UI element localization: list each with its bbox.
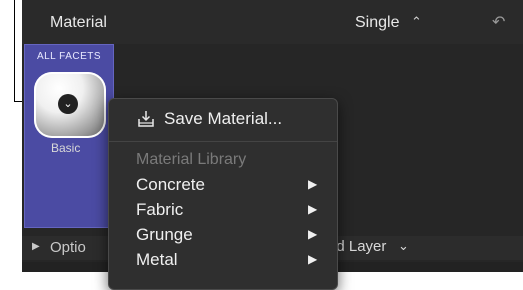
facet-card[interactable]: ALL FACETS ⌄ Basic <box>24 44 114 228</box>
material-inspector-panel: Material Single ⌃ ↶ ALL FACETS ⌄ Basic ▶… <box>22 0 523 290</box>
menu-item-fabric[interactable]: Fabric ▶ <box>109 198 337 222</box>
submenu-arrow-icon: ▶ <box>308 227 318 241</box>
save-tray-icon <box>138 111 154 127</box>
save-material-label: Save Material... <box>164 109 283 128</box>
save-material-menu-item[interactable]: Save Material... <box>109 105 337 137</box>
menu-item-grunge[interactable]: Grunge ▶ <box>109 223 337 247</box>
submenu-arrow-icon: ▶ <box>308 252 318 266</box>
chevron-down-icon[interactable]: ⌄ <box>58 94 78 114</box>
submenu-arrow-icon: ▶ <box>308 177 318 191</box>
menu-item-label: Metal <box>136 250 178 269</box>
menu-item-label: Grunge <box>136 225 193 244</box>
material-library-header: Material Library <box>136 151 247 168</box>
add-layer-chevron-icon[interactable]: ⌄ <box>398 238 409 254</box>
options-disclosure[interactable]: Optio <box>50 239 86 256</box>
submenu-arrow-icon: ▶ <box>308 202 318 216</box>
disclosure-triangle-icon[interactable]: ▶ <box>32 241 40 252</box>
panel-header: Material Single ⌃ ↶ <box>22 0 523 44</box>
menu-item-metal[interactable]: Metal ▶ <box>109 248 337 272</box>
undo-arrow-icon[interactable]: ↶ <box>492 12 505 32</box>
menu-item-label: Concrete <box>136 175 205 194</box>
panel-title: Material <box>50 14 107 31</box>
menu-separator <box>109 141 337 142</box>
callout-line <box>14 0 15 102</box>
material-name: Basic <box>51 141 81 155</box>
menu-item-concrete[interactable]: Concrete ▶ <box>109 173 337 197</box>
material-swatch[interactable]: ⌄ <box>34 72 106 138</box>
facet-label: ALL FACETS <box>36 51 102 62</box>
material-context-menu: Save Material... Material Library Concre… <box>108 98 338 290</box>
menu-item-label: Fabric <box>136 200 184 219</box>
up-down-chevron-icon[interactable]: ⌃ <box>411 14 422 30</box>
mode-popup[interactable]: Single <box>355 14 399 32</box>
